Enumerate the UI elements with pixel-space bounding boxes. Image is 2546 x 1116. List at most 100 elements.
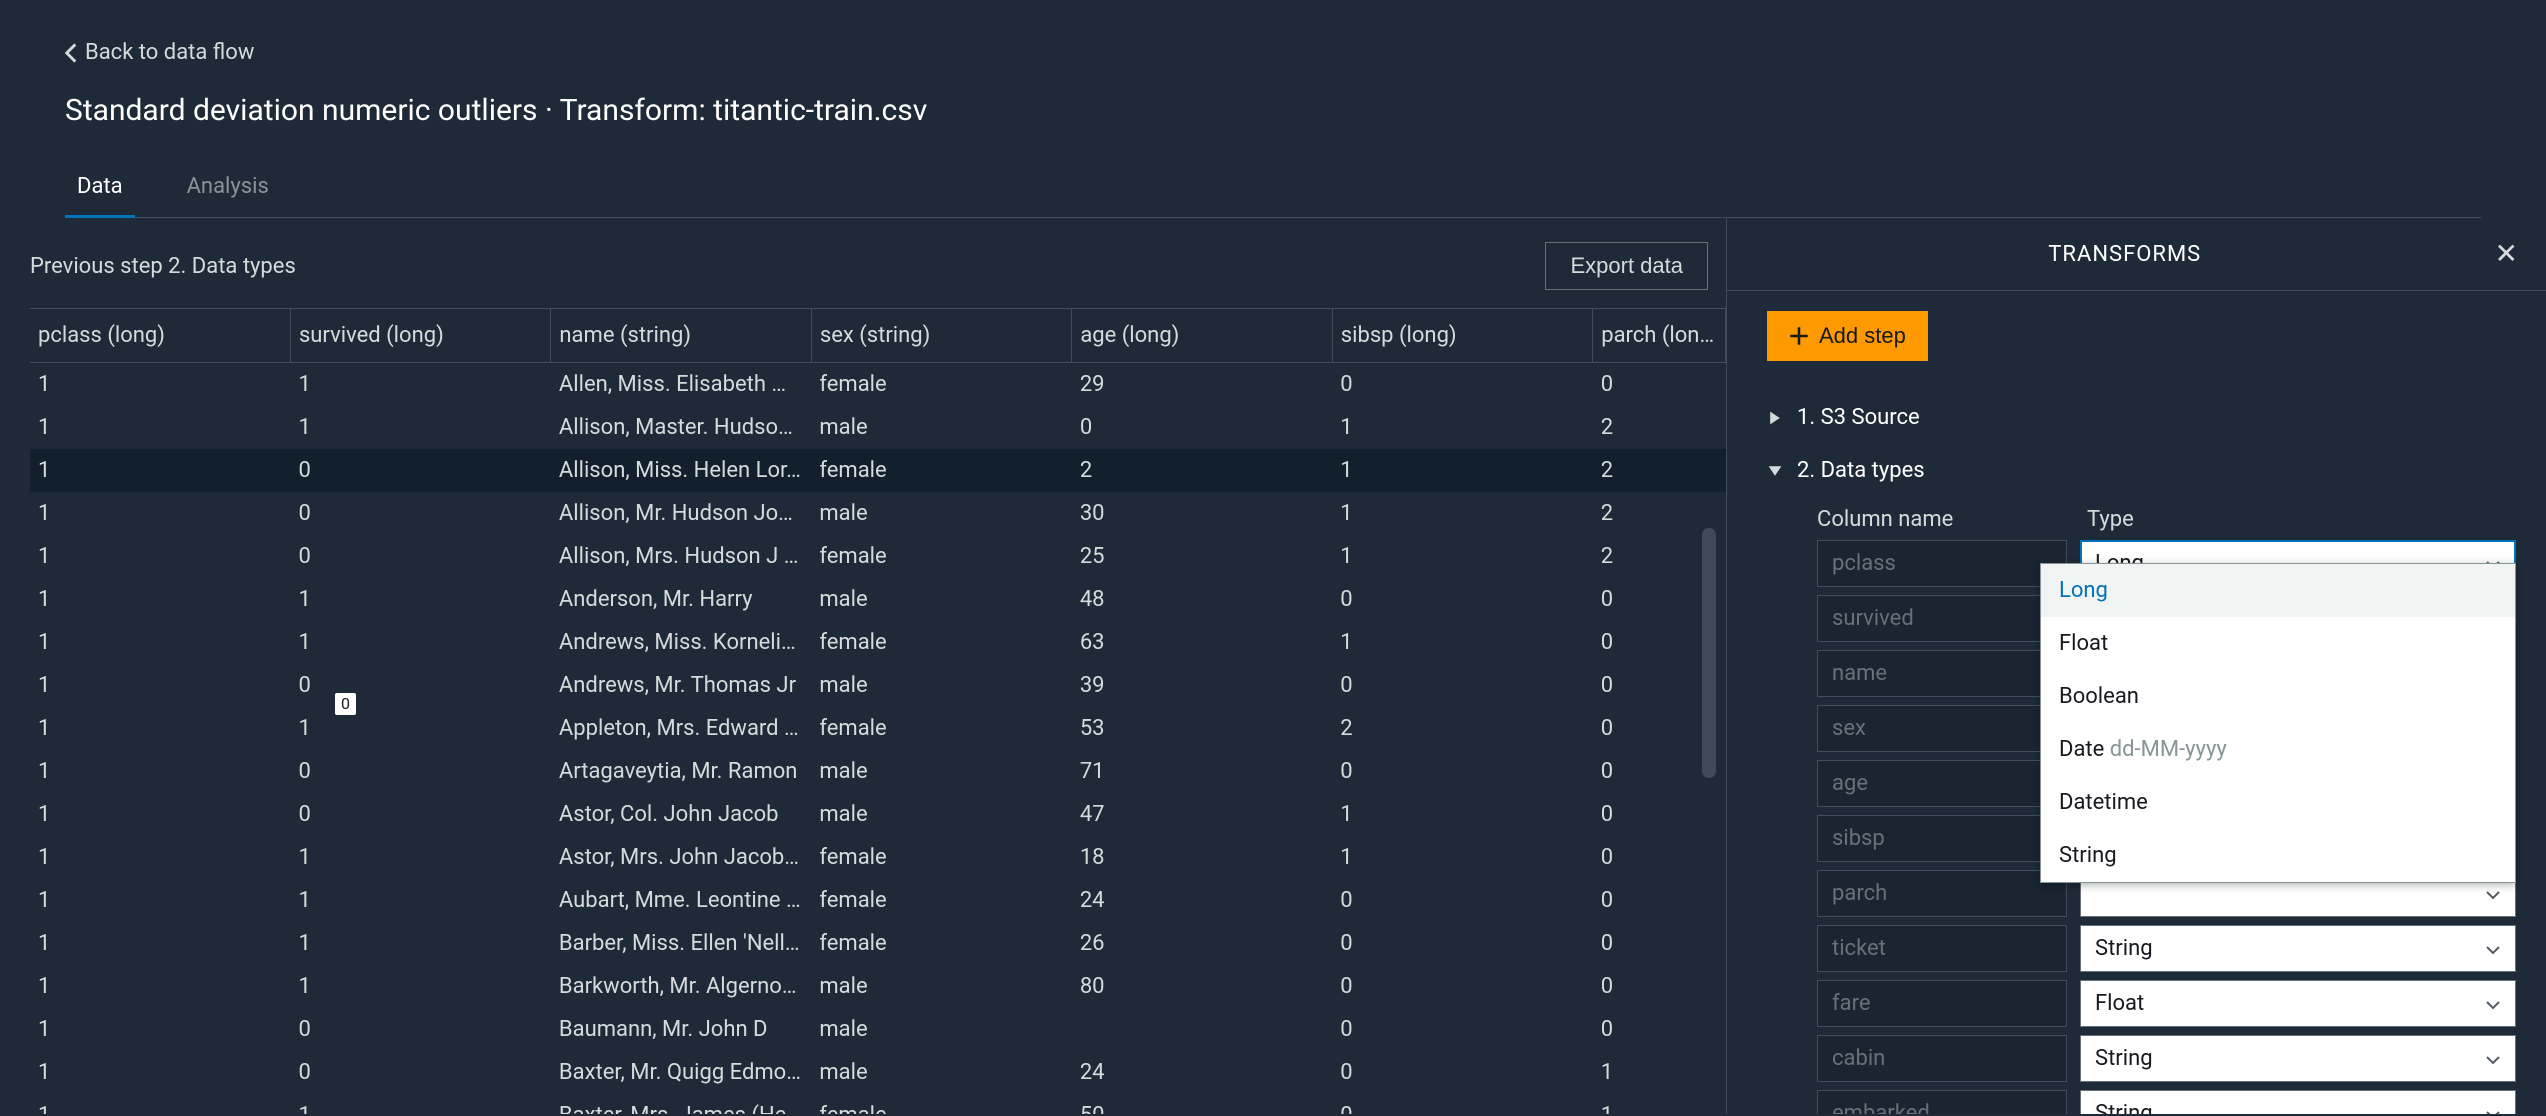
dropdown-option[interactable]: Float — [2041, 617, 2515, 670]
table-cell: 1 — [30, 879, 290, 922]
table-row[interactable]: 10Allison, Mrs. Hudson J C…female2512 — [30, 535, 1726, 578]
step-s3-source[interactable]: 1. S3 Source — [1767, 391, 2516, 444]
table-cell: Baxter, Mrs. James (Hel… — [551, 1094, 811, 1114]
table-row[interactable]: 10Artagaveytia, Mr. Ramonmale7100 — [30, 750, 1726, 793]
table-cell: Aubart, Mme. Leontine … — [551, 879, 811, 922]
column-name-field: parch — [1817, 870, 2067, 917]
tab-analysis[interactable]: Analysis — [175, 158, 281, 217]
table-cell: 1 — [1332, 836, 1592, 879]
table-cell: 1 — [1332, 406, 1592, 449]
type-select[interactable]: String — [2080, 1035, 2516, 1082]
table-cell: 71 — [1072, 750, 1332, 793]
table-row[interactable]: 11Aubart, Mme. Leontine …female2400 — [30, 879, 1726, 922]
table-cell: 0 — [1332, 664, 1592, 707]
table-cell: 1 — [30, 621, 290, 664]
table-cell: 1 — [30, 535, 290, 578]
table-row[interactable]: 10Allison, Miss. Helen Lor…female212 — [30, 449, 1726, 492]
table-cell: 0 — [290, 793, 550, 836]
table-row[interactable]: 10Baumann, Mr. John Dmale00 — [30, 1008, 1726, 1051]
table-cell: 1 — [30, 406, 290, 449]
table-cell: female — [811, 535, 1071, 578]
table-row[interactable]: 10Baxter, Mr. Quigg Edmo…male2401 — [30, 1051, 1726, 1094]
transforms-title: TRANSFORMS — [1755, 242, 2495, 267]
table-cell: 0 — [1332, 1008, 1592, 1051]
table-cell: male — [811, 793, 1071, 836]
dropdown-option[interactable]: Datetime — [2041, 776, 2515, 829]
table-cell: Andrews, Mr. Thomas Jr — [551, 664, 811, 707]
table-cell: 2 — [1593, 406, 1726, 449]
table-cell: 0 — [1332, 750, 1592, 793]
column-name-field: age — [1817, 760, 2067, 807]
table-cell: 1 — [290, 1094, 550, 1114]
table-cell: 0 — [290, 664, 550, 707]
table-cell: female — [811, 879, 1071, 922]
dropdown-option[interactable]: Boolean — [2041, 670, 2515, 723]
table-row[interactable]: 11Astor, Mrs. John Jacob (…female1810 — [30, 836, 1726, 879]
table-row[interactable]: 10Astor, Col. John Jacobmale4710 — [30, 793, 1726, 836]
table-cell: male — [811, 1051, 1071, 1094]
column-header[interactable]: sibsp (long) — [1332, 309, 1592, 363]
table-row[interactable]: 11Appleton, Mrs. Edward …female5320 — [30, 707, 1726, 750]
transforms-panel: TRANSFORMS ✕ Add step 1. S3 Source 2. Da… — [1726, 218, 2546, 1114]
column-name-field: sex — [1817, 705, 2067, 752]
table-cell: 0 — [290, 449, 550, 492]
table-cell: 1 — [290, 965, 550, 1008]
page-title: Standard deviation numeric outliers · Tr… — [65, 93, 2481, 128]
dropdown-option[interactable]: String — [2041, 829, 2515, 882]
table-cell: 1 — [30, 449, 290, 492]
type-dropdown[interactable]: LongFloatBooleanDate dd-MM-yyyyDatetimeS… — [2040, 563, 2516, 883]
table-row[interactable]: 11Barber, Miss. Ellen 'Nellie'female2600 — [30, 922, 1726, 965]
back-link[interactable]: Back to data flow — [65, 40, 2481, 65]
table-cell: 0 — [1332, 879, 1592, 922]
step-data-types[interactable]: 2. Data types — [1767, 444, 2516, 497]
dropdown-option[interactable]: Date dd-MM-yyyy — [2041, 723, 2515, 776]
table-row[interactable]: 11Allison, Master. Hudson…male012 — [30, 406, 1726, 449]
table-row[interactable]: 11Allen, Miss. Elisabeth W…female2900 — [30, 363, 1726, 407]
table-cell: 1 — [30, 1051, 290, 1094]
table-row[interactable]: 11Baxter, Mrs. James (Hel…female5001 — [30, 1094, 1726, 1114]
table-row[interactable]: 10Allison, Mr. Hudson Jos…male3012 — [30, 492, 1726, 535]
vertical-scrollbar[interactable] — [1702, 528, 1716, 778]
table-row[interactable]: 11Anderson, Mr. Harrymale4800 — [30, 578, 1726, 621]
table-cell: 2 — [1072, 449, 1332, 492]
type-select[interactable]: Float — [2080, 980, 2516, 1027]
table-row[interactable]: 11Andrews, Miss. Kornelia…female6310 — [30, 621, 1726, 664]
table-cell: female — [811, 922, 1071, 965]
table-cell: 0 — [290, 1008, 550, 1051]
table-cell: male — [811, 664, 1071, 707]
data-preview-panel: Previous step 2. Data types Export data … — [0, 218, 1726, 1114]
export-data-button[interactable]: Export data — [1545, 242, 1708, 290]
table-cell: female — [811, 707, 1071, 750]
table-row[interactable]: 11Barkworth, Mr. Algerno…male8000 — [30, 965, 1726, 1008]
column-header[interactable]: survived (long) — [290, 309, 550, 363]
column-header[interactable]: age (long) — [1072, 309, 1332, 363]
add-step-button[interactable]: Add step — [1767, 311, 1928, 361]
table-cell: 2 — [1593, 449, 1726, 492]
table-cell: 1 — [30, 1094, 290, 1114]
table-cell: 48 — [1072, 578, 1332, 621]
table-row[interactable]: 10Andrews, Mr. Thomas Jrmale3900 — [30, 664, 1726, 707]
type-select[interactable]: String — [2080, 925, 2516, 972]
column-header[interactable]: pclass (long) — [30, 309, 290, 363]
column-header[interactable]: parch (long) — [1593, 309, 1726, 363]
table-cell: 0 — [1332, 1051, 1592, 1094]
tab-data[interactable]: Data — [65, 158, 135, 217]
table-cell: Allison, Mr. Hudson Jos… — [551, 492, 811, 535]
table-cell: 24 — [1072, 879, 1332, 922]
column-header[interactable]: name (string) — [551, 309, 811, 363]
table-cell: 50 — [1072, 1094, 1332, 1114]
add-step-label: Add step — [1819, 323, 1906, 349]
column-header[interactable]: sex (string) — [811, 309, 1071, 363]
type-select[interactable]: String — [2080, 1090, 2516, 1114]
table-cell: 26 — [1072, 922, 1332, 965]
close-icon[interactable]: ✕ — [2495, 240, 2518, 268]
dropdown-option[interactable]: Long — [2041, 564, 2515, 617]
column-name-field: sibsp — [1817, 815, 2067, 862]
table-cell: 0 — [1072, 406, 1332, 449]
table-cell: 80 — [1072, 965, 1332, 1008]
chevron-left-icon — [65, 43, 77, 63]
table-cell: 47 — [1072, 793, 1332, 836]
table-cell: female — [811, 621, 1071, 664]
table-cell: 1 — [30, 664, 290, 707]
table-cell: Andrews, Miss. Kornelia… — [551, 621, 811, 664]
